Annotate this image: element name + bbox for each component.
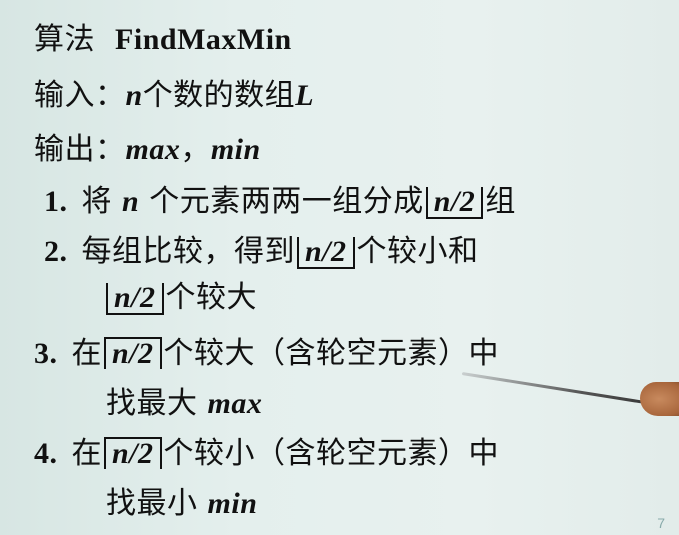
step-var: min bbox=[207, 487, 258, 520]
step-2-continued: n/2 个较大 bbox=[106, 280, 257, 316]
step-text: 在 bbox=[71, 336, 102, 371]
step-text: 个元素两两一组分成 bbox=[149, 184, 424, 219]
step-text: 将 bbox=[81, 184, 112, 219]
output-min: min bbox=[210, 133, 261, 166]
pointer-stick bbox=[461, 372, 660, 407]
input-var-n: n bbox=[125, 79, 143, 112]
input-line: 输入：n个数的数组L bbox=[34, 78, 314, 114]
title-prefix: 算法 bbox=[34, 22, 95, 57]
step-text: 找最小 bbox=[106, 486, 198, 521]
floor-bracket: n/2 bbox=[297, 237, 355, 269]
floor-expression: n/2 bbox=[433, 185, 476, 218]
floor-bracket: n/2 bbox=[425, 185, 484, 219]
step-text: 个较大 bbox=[165, 280, 258, 315]
step-text: 在 bbox=[71, 436, 102, 471]
floor-expression: n/2 bbox=[305, 235, 347, 268]
step-text: 每组比较，得到 bbox=[81, 234, 295, 269]
step-text: 找最大 bbox=[106, 386, 198, 421]
floor-expression: n/2 bbox=[114, 281, 156, 314]
step-4-continued: 找最小 min bbox=[106, 486, 257, 522]
input-label: 输入： bbox=[34, 78, 126, 113]
output-line: 输出：max，min bbox=[34, 132, 261, 168]
step-3-continued: 找最大 max bbox=[106, 386, 262, 422]
input-text: 个数的数组 bbox=[142, 78, 296, 113]
ceil-bracket: n/2 bbox=[104, 437, 162, 469]
input-var-l: L bbox=[295, 79, 315, 112]
step-text: 组 bbox=[485, 184, 516, 219]
step-1: 1. 将 n 个元素两两一组分成 n/2 组 bbox=[44, 184, 516, 220]
ceil-expression: n/2 bbox=[112, 337, 154, 370]
ceil-bracket: n/2 bbox=[104, 337, 162, 369]
step-3: 3. 在 n/2 个较大（含轮空元素）中 bbox=[34, 336, 499, 372]
step-text: 个较大（含轮空元素）中 bbox=[163, 336, 500, 371]
step-text: 个较小和 bbox=[356, 234, 479, 269]
output-label: 输出： bbox=[34, 132, 126, 167]
step-var-n: n bbox=[122, 185, 140, 218]
algorithm-title: 算法 FindMaxMin bbox=[34, 22, 292, 58]
step-number: 4. bbox=[34, 437, 58, 470]
page-number: 7 bbox=[657, 515, 665, 531]
step-var: max bbox=[207, 387, 263, 420]
step-text: 个较小（含轮空元素）中 bbox=[163, 436, 500, 471]
step-number: 3. bbox=[34, 337, 58, 370]
ceil-expression: n/2 bbox=[112, 437, 154, 470]
step-4: 4. 在 n/2 个较小（含轮空元素）中 bbox=[34, 436, 499, 472]
algorithm-name: FindMaxMin bbox=[115, 23, 292, 56]
step-number: 2. bbox=[44, 235, 68, 268]
output-max: max bbox=[125, 133, 181, 166]
presenter-hand bbox=[640, 382, 679, 416]
floor-bracket: n/2 bbox=[106, 283, 164, 315]
slide: 算法 FindMaxMin 输入：n个数的数组L 输出：max，min 1. 将 … bbox=[0, 0, 679, 535]
step-2: 2. 每组比较，得到 n/2 个较小和 bbox=[44, 234, 479, 270]
step-number: 1. bbox=[44, 185, 68, 218]
output-sep: ， bbox=[180, 132, 211, 167]
